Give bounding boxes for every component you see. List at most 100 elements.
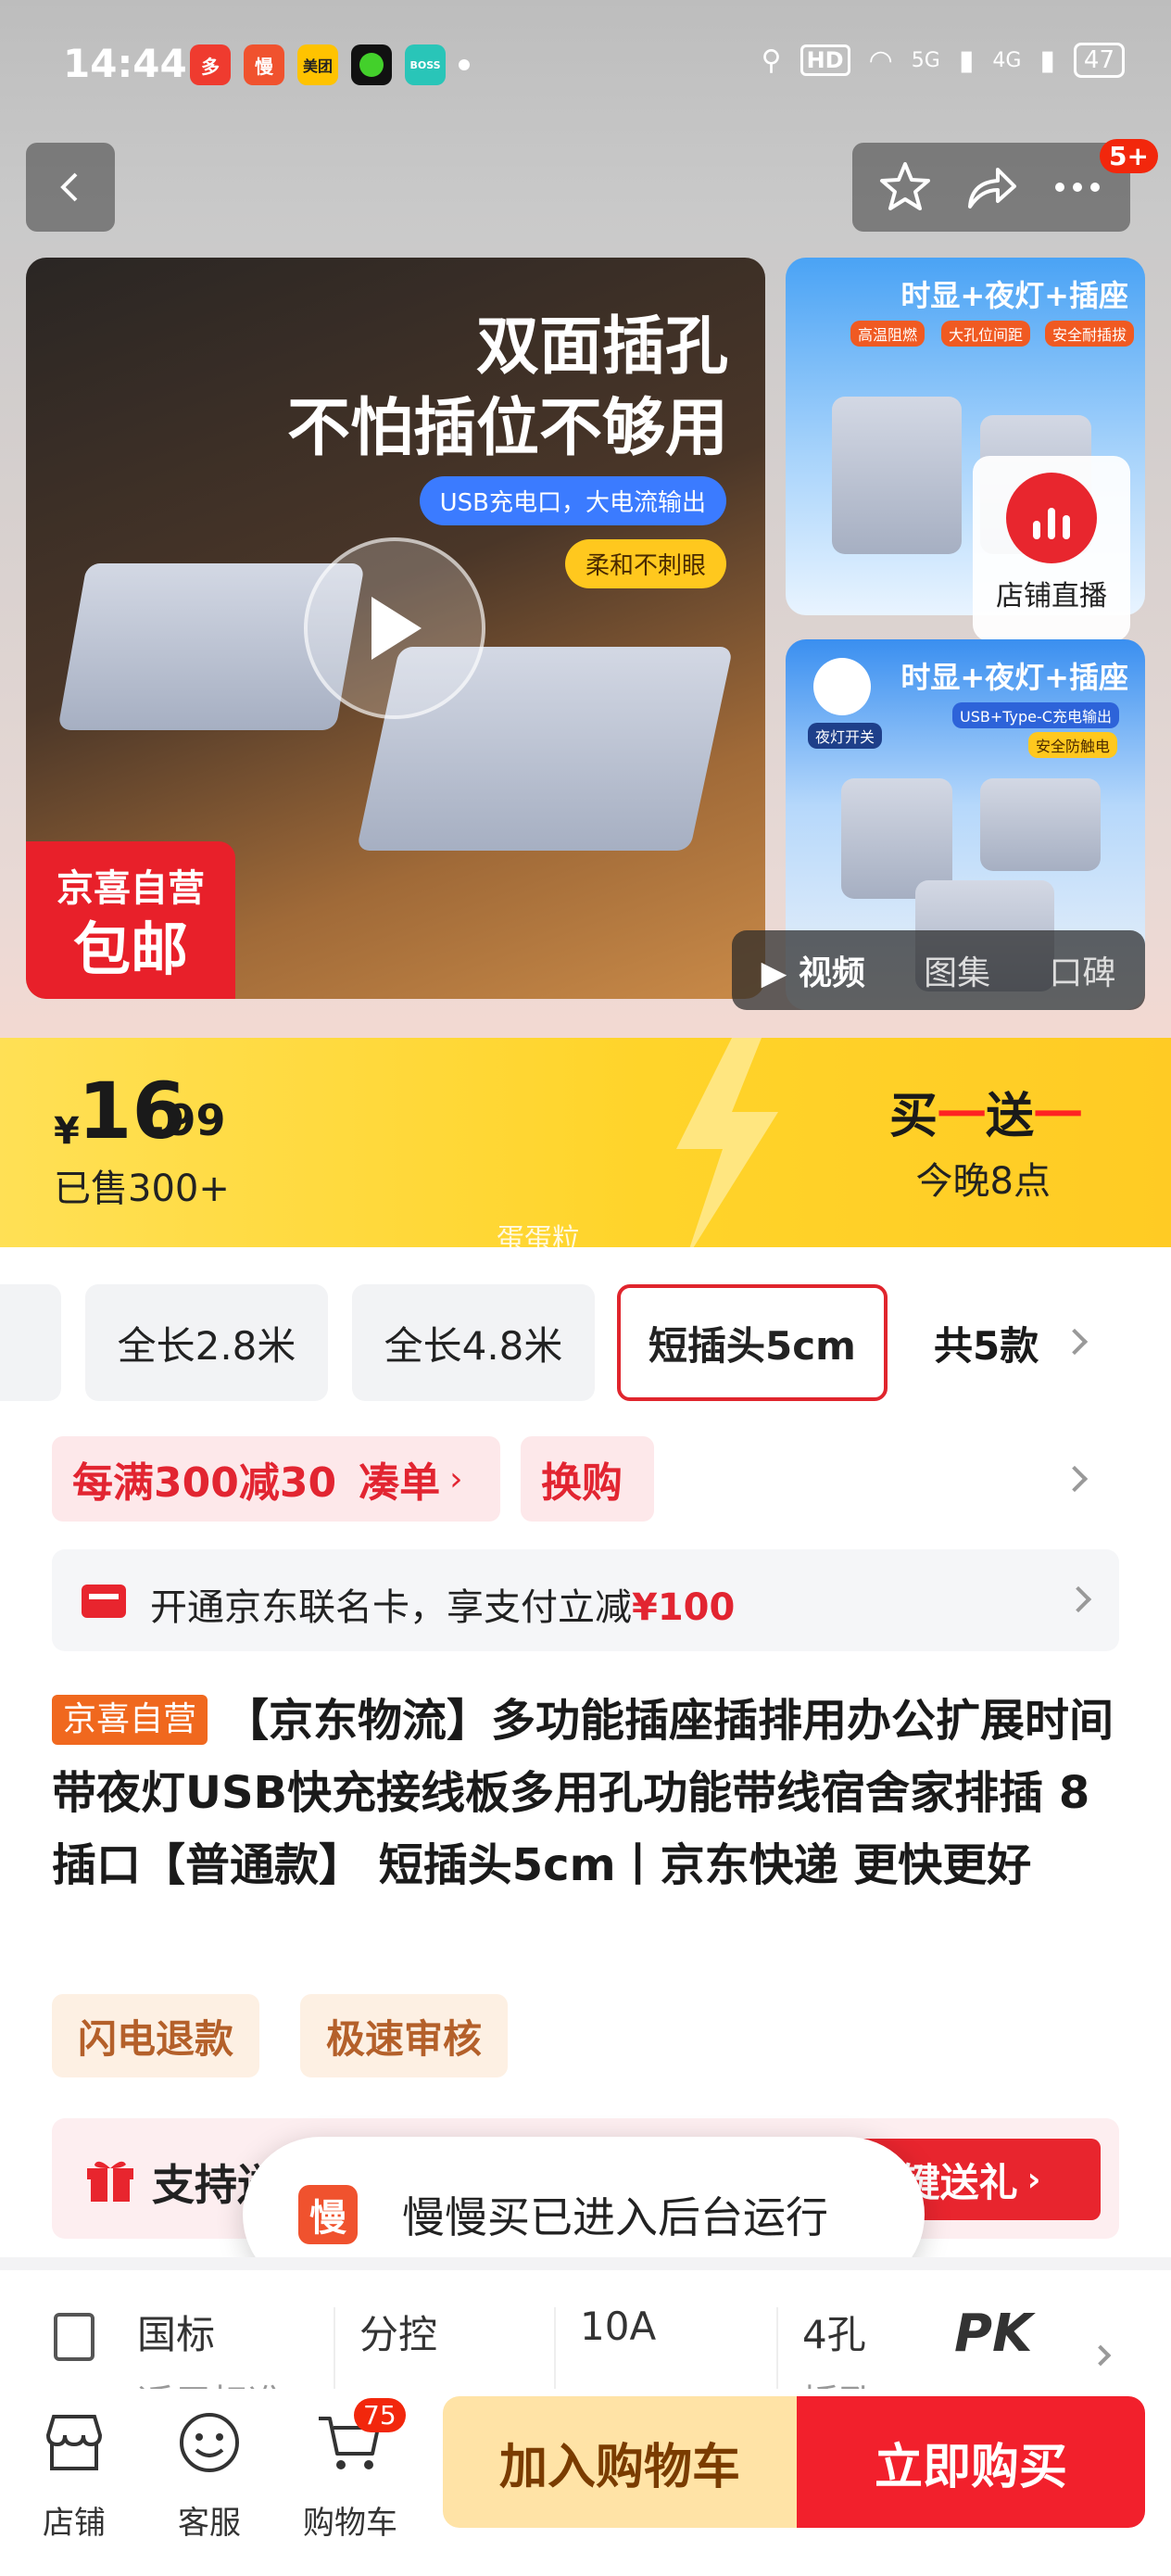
- promo-title: 买一送一: [888, 1089, 1082, 1144]
- spec-item: 国标适用标准: [137, 2312, 285, 2389]
- media-tabs: ▶ 视频 图集 口碑: [732, 930, 1145, 1010]
- sold-count: 已售300+: [54, 1168, 230, 1210]
- thumbnail-2-pill: 安全防触电: [1028, 732, 1118, 758]
- store-live-label: 店铺直播: [996, 580, 1107, 612]
- pk-compare-button[interactable]: PK: [954, 2304, 1032, 2364]
- pinduoduo-icon: 多: [190, 44, 231, 85]
- buy-now-button[interactable]: 立即购买: [797, 2396, 1145, 2528]
- spec-item: 4孔插孔: [802, 2312, 876, 2389]
- tab-video[interactable]: ▶ 视频: [762, 946, 865, 994]
- spec-divider: [554, 2307, 556, 2389]
- image-tag-usb: USB充电口，大电流输出: [419, 476, 726, 525]
- sku-option[interactable]: 全长4.8米: [352, 1284, 595, 1401]
- play-icon: [371, 597, 422, 660]
- spec-item: 分控: [359, 2312, 438, 2357]
- status-indicators: ⚲ HD ◠ 5G ▮ 4G ▮ 47: [762, 43, 1125, 78]
- coupon-row: 每满300减30 凑单 › 换购: [0, 1436, 1171, 1525]
- boss-icon: BOSS: [405, 44, 446, 85]
- thumbnail-2-pill: 夜灯开关: [808, 723, 883, 749]
- nav-service-label: 客服: [178, 2505, 241, 2542]
- more-icon[interactable]: [1049, 158, 1106, 216]
- wifi-icon: ◠: [868, 44, 893, 77]
- star-icon[interactable]: [876, 158, 934, 216]
- thumbnail-1-strip: [832, 397, 962, 554]
- spec-row[interactable]: 国标适用标准 分控 10A 4孔插孔 PK: [0, 2257, 1171, 2389]
- main-product-image[interactable]: 双面插孔 不怕插位不够用 USB充电口，大电流输出 柔和不刺眼 京喜自营 包邮: [26, 258, 765, 999]
- signal-5g: 5G: [911, 48, 940, 72]
- store-live-button[interactable]: 店铺直播: [973, 456, 1130, 641]
- spec-item: 10A: [580, 2304, 657, 2349]
- sku-option-selected[interactable]: 短插头5cm: [617, 1284, 888, 1401]
- live-icon: [1006, 473, 1097, 563]
- image-headline-1: 双面插孔: [475, 310, 728, 384]
- manman-icon: 慢: [244, 44, 284, 85]
- full-reduction-coupon[interactable]: 每满300减30 凑单 ›: [52, 1436, 500, 1522]
- location-icon: ⚲: [761, 44, 782, 77]
- more-badge: 5+: [1100, 139, 1158, 173]
- credit-card-icon: [82, 1585, 126, 1618]
- card-offer-text: 开通京东联名卡，享支付立减¥100: [150, 1586, 736, 1629]
- signal-4g-bars-icon: ▮: [1039, 44, 1055, 77]
- price-decimal: .99: [150, 1095, 226, 1145]
- signal-5g-bars-icon: ▮: [958, 44, 975, 77]
- tab-reviews[interactable]: 口碑: [1049, 946, 1115, 994]
- image-tag-soft: 柔和不刺眼: [564, 539, 726, 588]
- manman-app-icon: 慢: [298, 2185, 358, 2244]
- meituan-icon: 美团: [297, 44, 338, 85]
- jingxi-badge-line1: 京喜自营: [57, 867, 205, 910]
- hero-area: 14:44 多 慢 美团 BOSS ⚲ HD ◠ 5G ▮ 4G ▮ 47 5+: [0, 0, 1171, 1038]
- toast-text: 慢慢买已进入后台运行: [402, 2192, 828, 2242]
- product-title: 京喜自营 【京东物流】多功能插座插排用办公扩展时间带夜灯USB快充接线板多用孔功能…: [52, 1685, 1127, 1901]
- spec-divider: [776, 2307, 778, 2389]
- nav-store[interactable]: 店铺: [19, 2407, 130, 2543]
- store-icon: [45, 2415, 103, 2470]
- tab-gallery[interactable]: 图集: [924, 946, 990, 994]
- cart-count-badge: 75: [354, 2398, 406, 2432]
- thumbnail-2-title: 时显+夜灯+插座: [900, 660, 1128, 695]
- co-brand-card-offer[interactable]: 开通京东联名卡，享支付立减¥100: [52, 1549, 1119, 1651]
- store-tag: 京喜自营: [52, 1695, 208, 1745]
- thumbnail-2-pill: USB+Type-C充电输出: [952, 702, 1119, 728]
- service-tag: 极速审核: [300, 1994, 509, 2077]
- sku-selector: 全长2.8米 全长4.8米 短插头5cm 共5款: [0, 1284, 1171, 1405]
- sku-option-partial[interactable]: [0, 1284, 61, 1401]
- thumbnail-1-pill: 高温阻燃: [850, 321, 925, 347]
- chevron-right-icon: [1061, 1328, 1089, 1356]
- bottom-action-bar: 店铺 客服 购物车 75 加入购物车 立即购买: [0, 2389, 1171, 2576]
- thumbnail-2-finger-icon: [813, 658, 871, 715]
- status-app-icons: 多 慢 美团 BOSS: [190, 44, 470, 85]
- promo-time: 今晚8点: [915, 1160, 1051, 1203]
- nav-service[interactable]: 客服: [154, 2407, 265, 2543]
- thumbnail-1-pill: 大孔位间距: [941, 321, 1031, 347]
- share-icon[interactable]: [963, 158, 1020, 216]
- play-video-button[interactable]: [304, 537, 485, 719]
- exchange-coupon[interactable]: 换购: [521, 1436, 654, 1522]
- price-currency: ¥: [54, 1110, 80, 1153]
- status-bar: 14:44 多 慢 美团 BOSS ⚲ HD ◠ 5G ▮ 4G ▮ 47: [0, 0, 1171, 139]
- chevron-left-icon: [60, 172, 78, 202]
- spec-divider: [334, 2307, 335, 2389]
- price-banner: ¥ 16 .99 已售300+ 买一送一 今晚8点: [0, 1038, 1171, 1247]
- product-info-card: 全长2.8米 全长4.8米 短插头5cm 共5款 每满300减30 凑单 › 换…: [0, 1247, 1171, 2257]
- service-tag: 闪电退款: [52, 1994, 260, 2077]
- chevron-right-icon[interactable]: [1061, 1465, 1089, 1493]
- product-title-text: 【京东物流】多功能插座插排用办公扩展时间带夜灯USB快充接线板多用孔功能带线宿舍…: [52, 1695, 1114, 1891]
- lightning-icon: [676, 1038, 778, 1247]
- nav-store-label: 店铺: [43, 2505, 106, 2542]
- notification-dot-icon: [459, 59, 470, 70]
- chevron-right-icon: [1064, 1585, 1092, 1613]
- back-button[interactable]: [26, 143, 115, 232]
- header-actions: [852, 143, 1130, 232]
- thumbnail-2-strip: [980, 778, 1101, 871]
- sku-option[interactable]: 全长2.8米: [85, 1284, 328, 1401]
- gift-icon: [87, 2161, 133, 2202]
- image-headline-2: 不怕插位不够用: [286, 392, 728, 465]
- signal-4g: 4G: [992, 48, 1022, 72]
- jingxi-badge: 京喜自营 包邮: [26, 841, 235, 999]
- battery-level: 47: [1073, 43, 1125, 78]
- hd-icon: HD: [800, 44, 850, 76]
- add-to-cart-button[interactable]: 加入购物车: [443, 2396, 797, 2528]
- jingxi-badge-line2: 包邮: [72, 915, 188, 983]
- thumbnail-1-pill: 安全耐插拔: [1045, 321, 1135, 347]
- sku-more-button[interactable]: 共5款: [934, 1284, 1039, 1401]
